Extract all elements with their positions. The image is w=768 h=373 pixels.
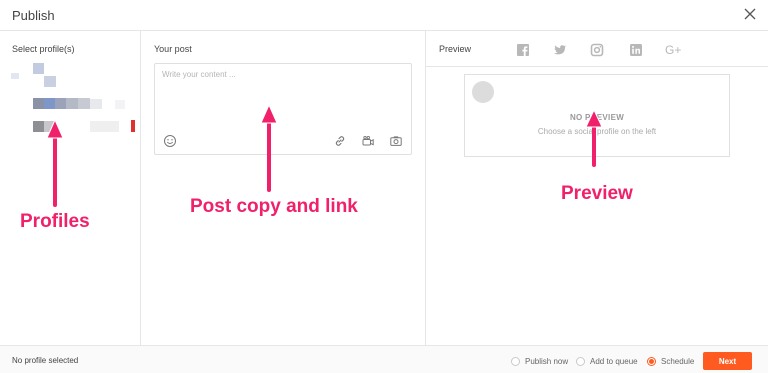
google-plus-icon[interactable]: G+ bbox=[665, 42, 685, 58]
add-to-queue-radio[interactable] bbox=[576, 356, 585, 366]
post-heading: Your post bbox=[154, 44, 192, 54]
add-to-queue-option[interactable]: Add to queue bbox=[576, 355, 638, 367]
publish-now-option[interactable]: Publish now bbox=[511, 355, 568, 367]
post-editor bbox=[154, 63, 412, 155]
publish-now-label: Publish now bbox=[525, 356, 569, 366]
close-icon[interactable] bbox=[742, 6, 758, 22]
preview-heading: Preview bbox=[439, 44, 472, 54]
annotation-preview: Preview bbox=[561, 183, 633, 204]
no-preview-title: NO PREVIEW bbox=[569, 113, 625, 122]
no-preview-subtitle: Choose a social profile on the left bbox=[537, 127, 657, 136]
facebook-icon[interactable] bbox=[515, 42, 531, 58]
dialog-header: Publish bbox=[0, 0, 768, 31]
camera-icon[interactable] bbox=[389, 134, 403, 148]
instagram-icon[interactable] bbox=[589, 42, 605, 58]
profiles-panel: Select profile(s) bbox=[0, 31, 141, 345]
preview-divider bbox=[426, 66, 768, 67]
add-to-queue-label: Add to queue bbox=[590, 356, 638, 366]
dialog-title: Publish bbox=[12, 8, 55, 23]
post-content-input[interactable] bbox=[162, 70, 402, 130]
schedule-label: Schedule bbox=[661, 356, 695, 366]
profiles-heading: Select profile(s) bbox=[12, 44, 75, 54]
linkedin-icon[interactable] bbox=[628, 42, 644, 58]
link-icon[interactable] bbox=[333, 134, 347, 148]
annotation-post: Post copy and link bbox=[190, 196, 358, 217]
next-button[interactable]: Next bbox=[703, 352, 752, 370]
annotation-profiles: Profiles bbox=[20, 211, 90, 232]
twitter-icon[interactable] bbox=[552, 42, 568, 58]
publish-now-radio[interactable] bbox=[511, 356, 520, 366]
emoji-icon[interactable] bbox=[163, 134, 177, 148]
selection-status: No profile selected bbox=[12, 356, 79, 365]
video-icon[interactable] bbox=[361, 134, 375, 148]
dialog-footer: No profile selected Publish now Add to q… bbox=[0, 345, 768, 373]
schedule-radio[interactable] bbox=[647, 356, 656, 366]
preview-card: NO PREVIEW Choose a social profile on th… bbox=[464, 74, 730, 157]
post-panel: Your post bbox=[141, 31, 426, 345]
preview-avatar bbox=[472, 81, 494, 103]
schedule-option[interactable]: Schedule bbox=[647, 355, 694, 367]
